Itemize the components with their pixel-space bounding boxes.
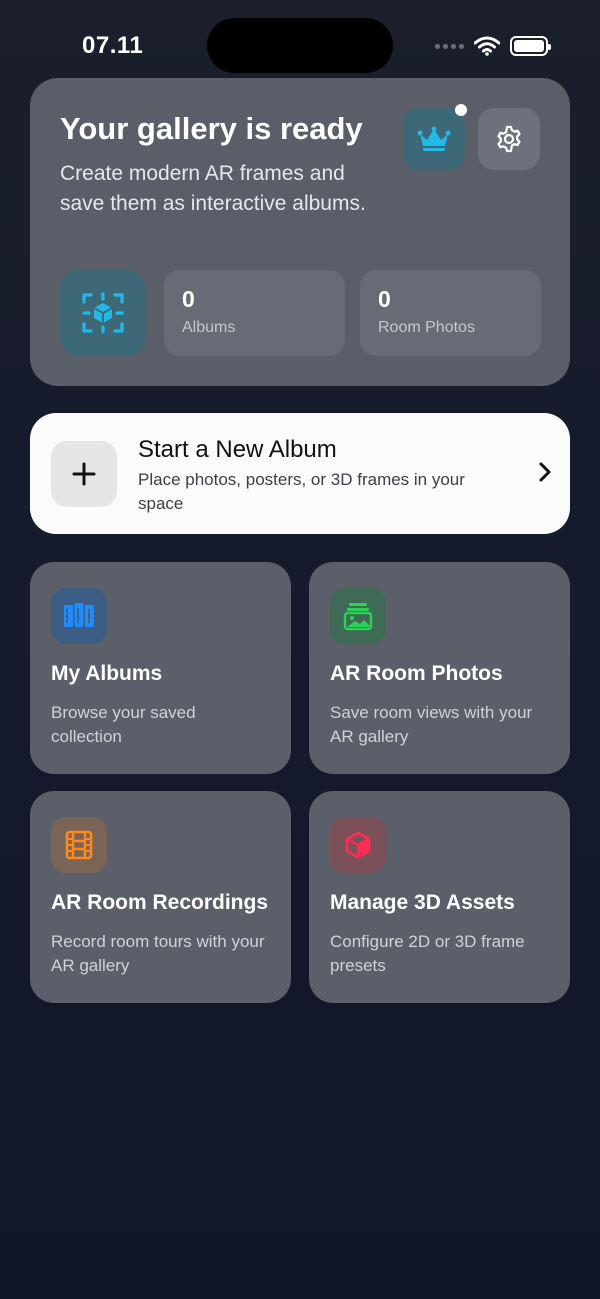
status-time: 07.11: [82, 32, 144, 59]
ar-room-recordings-tile[interactable]: AR Room Recordings Record room tours wit…: [30, 791, 291, 1003]
albums-count-label: Albums: [182, 319, 236, 336]
ar-room-photos-tile[interactable]: AR Room Photos Save room views with your…: [309, 562, 570, 774]
hero-title: Your gallery is ready: [60, 111, 363, 146]
ar-frame-tile[interactable]: [60, 270, 146, 356]
crown-icon: [417, 126, 451, 151]
room-photos-count-tile: 0 Room Photos: [360, 270, 541, 356]
settings-button[interactable]: [478, 108, 540, 170]
wifi-icon: [474, 36, 500, 56]
premium-button[interactable]: [403, 108, 465, 170]
photo-stack-icon: [330, 588, 386, 644]
manage-3d-assets-subtitle: Configure 2D or 3D frame presets: [330, 932, 525, 975]
new-album-subtitle: Place photos, posters, or 3D frames in y…: [138, 470, 465, 513]
notification-dot: [455, 104, 467, 116]
manage-3d-assets-tile[interactable]: Manage 3D Assets Configure 2D or 3D fram…: [309, 791, 570, 1003]
ar-room-recordings-title: AR Room Recordings: [51, 891, 269, 914]
ar-room-recordings-subtitle: Record room tours with your AR gallery: [51, 932, 265, 975]
cube-icon: [330, 817, 386, 873]
home-screen: 07.11 Your gallery is ready Create moder…: [0, 0, 600, 1299]
film-icon: [51, 817, 107, 873]
albums-count-tile: 0 Albums: [164, 270, 345, 356]
gear-icon: [497, 125, 521, 153]
ar-room-photos-subtitle: Save room views with your AR gallery: [330, 703, 533, 746]
status-icons: [435, 36, 551, 56]
my-albums-subtitle: Browse your saved collection: [51, 703, 196, 746]
hero-description: Create modern AR frames and save them as…: [60, 162, 366, 215]
my-albums-title: My Albums: [51, 662, 163, 685]
gallery-summary-card: Your gallery is ready Create modern AR f…: [30, 78, 570, 386]
new-album-title: Start a New Album: [138, 436, 337, 463]
room-photos-count: 0: [378, 286, 391, 312]
plus-icon: [51, 441, 117, 507]
cellular-signal-icon: [435, 43, 464, 49]
ar-room-photos-title: AR Room Photos: [330, 662, 503, 685]
battery-icon: [510, 36, 551, 56]
manage-3d-assets-title: Manage 3D Assets: [330, 891, 515, 914]
my-albums-tile[interactable]: My Albums Browse your saved collection: [30, 562, 291, 774]
dynamic-island: [207, 18, 393, 73]
room-photos-count-label: Room Photos: [378, 319, 475, 336]
start-new-album-button[interactable]: Start a New Album Place photos, posters,…: [30, 413, 570, 534]
ar-cube-icon: [82, 292, 124, 334]
chevron-right-icon: [539, 462, 551, 482]
albums-count: 0: [182, 286, 195, 312]
albums-icon: [51, 588, 107, 644]
